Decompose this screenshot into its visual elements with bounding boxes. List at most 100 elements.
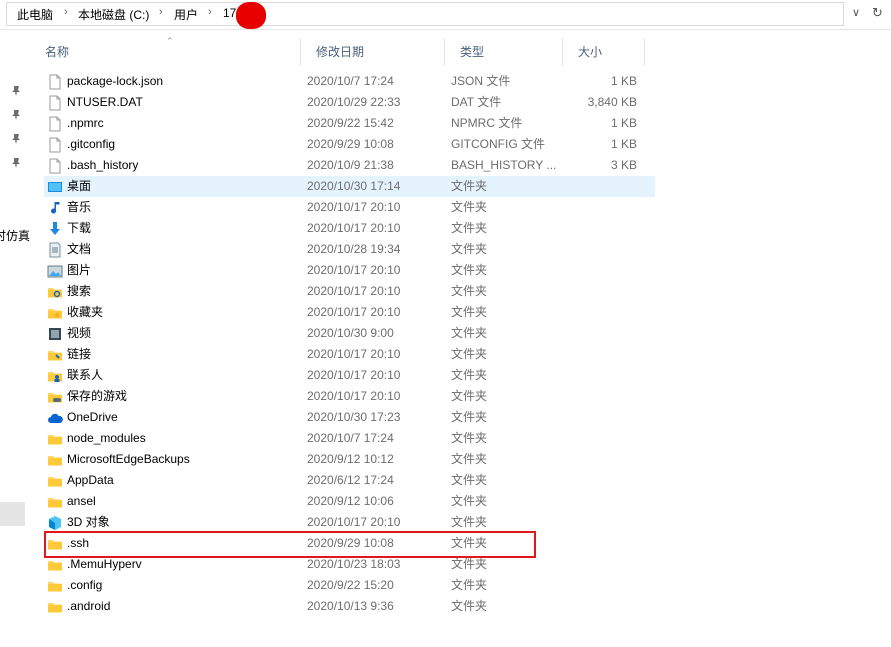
column-size[interactable]: 大小 [563, 38, 645, 66]
file-type: 文件夹 [451, 515, 488, 529]
file-date-modified: 2020/10/7 17:24 [307, 74, 394, 88]
videos-folder-icon [47, 326, 63, 342]
file-row[interactable]: 链接 2020/10/17 20:10 文件夹 [30, 344, 645, 365]
file-row[interactable]: .gitconfig 2020/9/29 10:08 GITCONFIG 文件 1 K… [30, 134, 645, 155]
breadcrumb-this-pc[interactable]: 此电脑 [17, 6, 53, 23]
breadcrumb-separator-icon[interactable]: › [208, 6, 212, 18]
file-row[interactable]: .config 2020/9/22 15:20 文件夹 [30, 575, 645, 596]
column-name[interactable]: 名称 [30, 38, 301, 66]
file-icon [47, 74, 63, 90]
file-row[interactable]: 收藏夹 2020/10/17 20:10 文件夹 [30, 302, 645, 323]
file-name: package-lock.json [67, 74, 164, 88]
file-row[interactable]: 联系人 2020/10/17 20:10 文件夹 [30, 365, 645, 386]
file-name: OneDrive [67, 410, 118, 424]
file-date-modified: 2020/10/17 20:10 [307, 200, 401, 214]
pin-icon[interactable] [10, 133, 22, 145]
file-type: GITCONFIG 文件 [451, 137, 545, 151]
file-row[interactable]: package-lock.json 2020/10/7 17:24 JSON 文件 1… [30, 71, 645, 92]
file-type: 文件夹 [451, 578, 488, 592]
file-size: 3,840 KB [587, 95, 637, 109]
file-row[interactable]: 搜索 2020/10/17 20:10 文件夹 [30, 281, 645, 302]
file-type: 文件夹 [451, 242, 488, 256]
file-name: .android [67, 599, 111, 613]
file-date-modified: 2020/10/17 20:10 [307, 221, 401, 235]
searches-folder-icon [47, 284, 63, 300]
file-row[interactable]: 视频 2020/10/30 9:00 文件夹 [30, 323, 645, 344]
column-date-modified[interactable]: 修改日期 [301, 38, 445, 66]
file-name: .config [67, 578, 103, 592]
file-type: 文件夹 [451, 452, 488, 466]
favorites-folder-icon [47, 305, 63, 321]
file-type: 文件夹 [451, 200, 488, 214]
breadcrumb-separator-icon[interactable]: › [64, 6, 68, 18]
breadcrumb-separator-icon[interactable]: › [159, 6, 163, 18]
file-type: 文件夹 [451, 368, 488, 382]
file-row[interactable]: 保存的游戏 2020/10/17 20:10 文件夹 [30, 386, 645, 407]
file-name: 保存的游戏 [67, 389, 128, 403]
file-icon [47, 137, 63, 153]
pin-icon[interactable] [10, 157, 22, 169]
file-row[interactable]: OneDrive 2020/10/30 17:23 文件夹 [30, 407, 645, 428]
file-name: 图片 [67, 263, 92, 277]
file-type: 文件夹 [451, 410, 488, 424]
file-row[interactable]: 3D 对象 2020/10/17 20:10 文件夹 [30, 512, 645, 533]
saved-games-folder-icon [47, 389, 63, 405]
folder-icon [47, 473, 63, 489]
file-date-modified: 2020/6/12 17:24 [307, 473, 394, 487]
navigation-pane: 时仿真 [0, 31, 30, 647]
file-row[interactable]: node_modules 2020/10/7 17:24 文件夹 [30, 428, 645, 449]
file-date-modified: 2020/10/13 9:36 [307, 599, 394, 613]
file-type: 文件夹 [451, 179, 488, 193]
downloads-folder-icon [47, 221, 63, 237]
file-name: ansel [67, 494, 96, 508]
file-date-modified: 2020/10/17 20:10 [307, 389, 401, 403]
file-name: .gitconfig [67, 137, 116, 151]
music-folder-icon [47, 200, 63, 216]
file-row[interactable]: 下载 2020/10/17 20:10 文件夹 [30, 218, 645, 239]
file-type: JSON 文件 [451, 74, 511, 88]
file-type: 文件夹 [451, 494, 488, 508]
file-name: 桌面 [67, 179, 92, 193]
file-row[interactable]: .android 2020/10/13 9:36 文件夹 [30, 596, 645, 617]
file-name: 3D 对象 [67, 515, 110, 529]
redaction-mark [236, 2, 266, 29]
folder-icon [47, 578, 63, 594]
file-date-modified: 2020/10/29 22:33 [307, 95, 401, 109]
file-type: 文件夹 [451, 221, 488, 235]
file-date-modified: 2020/10/9 21:38 [307, 158, 394, 172]
file-name: 链接 [67, 347, 92, 361]
file-type: 文件夹 [451, 389, 488, 403]
file-row[interactable]: 文档 2020/10/28 19:34 文件夹 [30, 239, 645, 260]
chevron-down-icon[interactable]: ∨ [848, 6, 864, 22]
refresh-icon[interactable]: ↻ [872, 5, 888, 21]
pin-icon[interactable] [10, 109, 22, 121]
file-date-modified: 2020/9/12 10:12 [307, 452, 394, 466]
nav-selected-item[interactable] [0, 502, 25, 526]
file-row[interactable]: 图片 2020/10/17 20:10 文件夹 [30, 260, 645, 281]
file-row[interactable]: 桌面 2020/10/30 17:14 文件夹 [44, 176, 655, 197]
breadcrumb-user-folder[interactable]: 17 [223, 6, 236, 20]
file-date-modified: 2020/9/12 10:06 [307, 494, 394, 508]
pin-icon[interactable] [10, 85, 22, 97]
file-row[interactable]: MicrosoftEdgeBackups 2020/9/12 10:12 文件夹 [30, 449, 645, 470]
nav-item-label[interactable]: 时仿真 [0, 227, 30, 244]
file-row[interactable]: 音乐 2020/10/17 20:10 文件夹 [30, 197, 645, 218]
file-row[interactable]: .npmrc 2020/9/22 15:42 NPMRC 文件 1 KB [30, 113, 645, 134]
links-folder-icon [47, 347, 63, 363]
file-row[interactable]: NTUSER.DAT 2020/10/29 22:33 DAT 文件 3,840 KB [30, 92, 645, 113]
file-date-modified: 2020/10/7 17:24 [307, 431, 394, 445]
breadcrumb-users[interactable]: 用户 [174, 6, 198, 23]
file-row[interactable]: AppData 2020/6/12 17:24 文件夹 [30, 470, 645, 491]
address-bar[interactable]: 此电脑 › 本地磁盘 (C:) › 用户 › 17 ∨ ↻ [0, 0, 891, 30]
file-name: NTUSER.DAT [67, 95, 143, 109]
file-date-modified: 2020/10/17 20:10 [307, 368, 401, 382]
file-name: 联系人 [67, 368, 104, 382]
file-row[interactable]: ansel 2020/9/12 10:06 文件夹 [30, 491, 645, 512]
file-row[interactable]: .bash_history 2020/10/9 21:38 BASH_HISTORY… [30, 155, 645, 176]
file-name: .npmrc [67, 116, 104, 130]
column-type[interactable]: 类型 [445, 38, 563, 66]
file-date-modified: 2020/10/30 9:00 [307, 326, 394, 340]
file-name: 收藏夹 [67, 305, 104, 319]
file-icon [47, 116, 63, 132]
breadcrumb-local-disk[interactable]: 本地磁盘 (C:) [78, 6, 149, 23]
